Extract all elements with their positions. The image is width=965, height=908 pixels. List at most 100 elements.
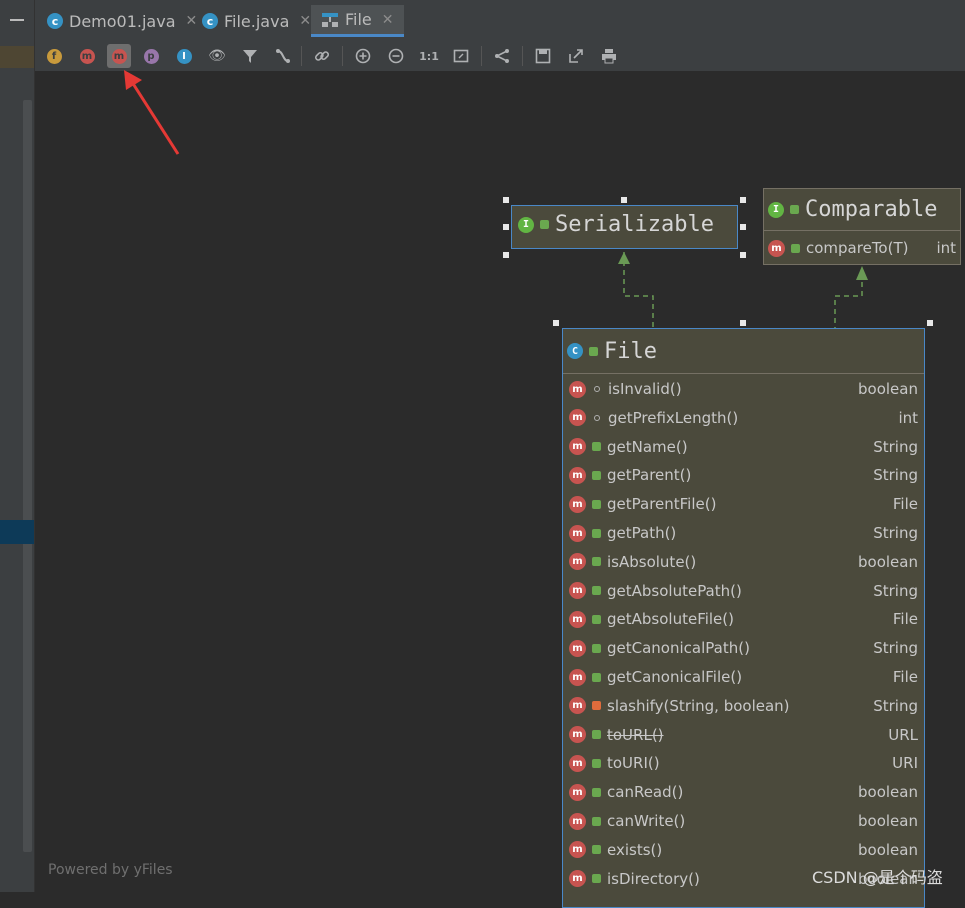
selection-handle[interactable]	[503, 252, 509, 258]
public-icon	[592, 758, 601, 768]
selection-handle[interactable]	[503, 197, 509, 203]
method-row[interactable]: m getAbsolutePath() String	[569, 577, 918, 605]
show-fields-button[interactable]: f	[44, 46, 64, 66]
public-icon	[592, 845, 601, 855]
method-type: URL	[888, 725, 918, 744]
method-name: getName()	[607, 437, 688, 456]
print-icon	[602, 49, 616, 64]
public-icon	[592, 442, 601, 452]
public-icon	[540, 220, 549, 229]
visibility-filter-button[interactable]: 👁	[207, 46, 227, 66]
tab-label: File.java	[224, 11, 290, 31]
package-private-icon	[594, 386, 600, 392]
selection-handle[interactable]	[740, 252, 746, 258]
gutter-selection	[0, 520, 34, 544]
node-serializable[interactable]: I Serializable	[511, 205, 738, 249]
method-row[interactable]: m getParentFile() File	[569, 490, 918, 518]
print-button[interactable]	[599, 46, 619, 66]
selection-handle[interactable]	[740, 224, 746, 230]
fit-content-button[interactable]	[451, 46, 471, 66]
method-icon: m	[569, 466, 586, 484]
method-row[interactable]: m slashify(String, boolean) String	[569, 692, 918, 720]
method-icon: m	[569, 812, 586, 830]
selection-handle[interactable]	[927, 320, 933, 326]
show-dependencies-button[interactable]	[312, 46, 332, 66]
package-private-icon	[594, 414, 600, 421]
interface-icon: I	[768, 201, 784, 218]
filter-button[interactable]	[240, 46, 260, 66]
method-row[interactable]: m toURL() URL	[569, 721, 918, 749]
close-icon[interactable]: ✕	[299, 13, 311, 29]
method-icon: m	[569, 841, 586, 859]
selection-handle[interactable]	[740, 320, 746, 326]
method-name: getPrefixLength()	[608, 408, 739, 427]
class-icon: C	[567, 343, 583, 359]
method-row[interactable]: m canRead() boolean	[569, 778, 918, 806]
export-button[interactable]	[566, 46, 586, 66]
method-type: String	[873, 696, 918, 715]
method-type: File	[892, 668, 918, 686]
method-icon: m	[569, 380, 586, 398]
editor-tab-bar: c Demo01.java ✕ c File.java ✕ File ✕	[35, 0, 965, 41]
method-row[interactable]: m getCanonicalPath() String	[569, 634, 918, 662]
public-icon	[592, 586, 601, 596]
public-icon	[592, 499, 601, 509]
show-constructors-button[interactable]: m	[77, 46, 97, 66]
method-row[interactable]: m getAbsoluteFile() File	[569, 605, 918, 633]
method-row[interactable]: m canWrite() boolean	[569, 807, 918, 835]
show-properties-button[interactable]: p	[141, 46, 161, 66]
route-icon	[276, 49, 290, 63]
method-icon: m	[569, 582, 586, 600]
method-row[interactable]: m getParent() String	[569, 461, 918, 489]
method-icon: m	[569, 754, 586, 772]
show-methods-button[interactable]: m	[107, 44, 131, 68]
tab-label: File	[345, 10, 372, 29]
method-row[interactable]: m getPath() String	[569, 519, 918, 547]
zoom-in-button[interactable]	[353, 46, 373, 66]
method-row[interactable]: m getCanonicalFile() File	[569, 663, 918, 691]
close-icon[interactable]: ✕	[186, 13, 198, 29]
zoom-out-button[interactable]	[386, 46, 406, 66]
method-name: getAbsolutePath()	[607, 581, 742, 600]
selection-handle[interactable]	[553, 320, 559, 326]
method-icon: m	[569, 495, 586, 513]
node-comparable[interactable]: I Comparable m compareTo(T) int	[763, 188, 961, 265]
tab-file-diagram[interactable]: File ✕	[311, 5, 404, 37]
gutter-scrollbar[interactable]	[23, 100, 32, 852]
method-icon: m	[569, 726, 586, 744]
tab-file-java[interactable]: c File.java ✕	[202, 5, 311, 37]
tab-demo01[interactable]: c Demo01.java ✕	[47, 5, 197, 37]
layout-button[interactable]	[492, 46, 512, 66]
close-icon[interactable]: ✕	[382, 12, 394, 28]
method-type: URI	[892, 754, 918, 773]
selection-handle[interactable]	[503, 224, 509, 230]
actual-size-button[interactable]: 1:1	[419, 46, 439, 66]
method-name: compareTo(T)	[806, 239, 909, 257]
eye-icon: 👁	[208, 48, 226, 64]
method-row[interactable]: m getName() String	[569, 433, 918, 461]
save-diagram-button[interactable]	[533, 46, 553, 66]
method-row[interactable]: m isAbsolute() boolean	[569, 548, 918, 576]
public-icon	[592, 816, 601, 826]
left-tool-gutter	[0, 0, 35, 892]
selection-handle[interactable]	[740, 197, 746, 203]
link-icon	[314, 51, 330, 61]
method-row[interactable]: m toURI() URI	[569, 749, 918, 777]
edge-routing-button[interactable]	[273, 46, 293, 66]
show-inner-classes-button[interactable]: I	[174, 46, 194, 66]
method-row[interactable]: m getPrefixLength() int	[569, 404, 918, 432]
java-class-icon: c	[47, 13, 63, 29]
method-icon: m	[569, 668, 586, 686]
method-row[interactable]: m compareTo(T) int	[768, 235, 956, 261]
method-name: slashify(String, boolean)	[607, 696, 790, 715]
method-type: boolean	[858, 380, 918, 398]
method-row[interactable]: m exists() boolean	[569, 836, 918, 864]
public-icon	[592, 557, 601, 567]
selection-handle[interactable]	[621, 197, 627, 203]
method-row[interactable]: m isInvalid() boolean	[569, 375, 918, 403]
powered-by-label: Powered by yFiles	[48, 862, 173, 878]
minimize-icon[interactable]	[10, 19, 24, 21]
method-name: getParent()	[607, 466, 692, 485]
node-file[interactable]: C File m isInvalid() boolean m getPrefixLeng…	[562, 328, 925, 908]
node-title: Comparable	[805, 197, 938, 222]
